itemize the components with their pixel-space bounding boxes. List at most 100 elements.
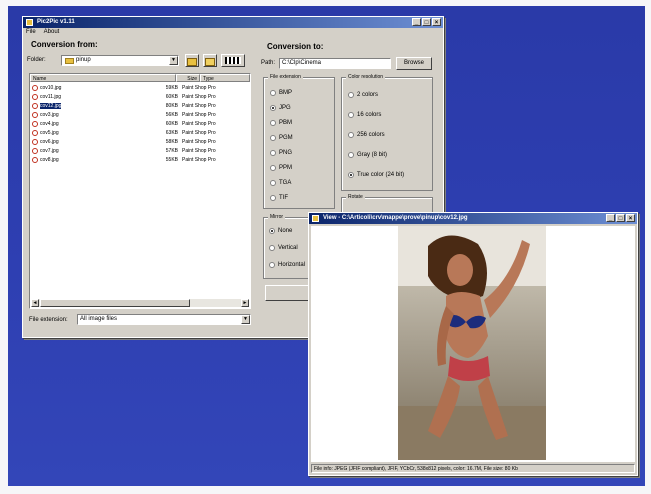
list-item[interactable]: cov5.jpg 63KB Paint Shop Pro [32, 129, 216, 137]
file-type: Paint Shop Pro [182, 94, 216, 100]
rotate-group-title: Rotate [346, 194, 365, 200]
column-size[interactable]: Size [176, 74, 200, 82]
image-file-icon [32, 130, 38, 136]
viewer-close-button[interactable]: × [626, 214, 635, 222]
minimize-button[interactable]: _ [412, 18, 421, 26]
menu-file[interactable]: File [26, 28, 36, 37]
file-size: 60KB [165, 121, 178, 127]
file-name: cov11.jpg [40, 94, 62, 100]
column-name[interactable]: Name [30, 74, 176, 82]
folder-select[interactable]: pinup ▼ [61, 55, 179, 66]
scroll-left-button[interactable]: ◄ [31, 299, 39, 307]
file-type: Paint Shop Pro [182, 148, 216, 154]
new-folder-icon [205, 58, 215, 66]
viewer-maximize-button[interactable]: □ [616, 214, 625, 222]
file-type: Paint Shop Pro [182, 85, 216, 91]
window-title: Pic2Pic v1.11 [37, 19, 75, 25]
image-canvas [311, 226, 635, 462]
format-ppm-radio[interactable]: PPM [270, 165, 292, 171]
file-extension-group: File extension BMP JPG PBM PGM PNG PPM T… [263, 74, 335, 209]
file-extension-group-title: File extension [268, 74, 303, 80]
file-name: cov12.jpg [40, 103, 62, 109]
menu-about[interactable]: About [44, 28, 60, 37]
list-view-button[interactable] [221, 54, 245, 67]
file-extension-select[interactable]: All image files ▼ [77, 314, 251, 325]
viewer-window: View - C:\Articoli\crv\mappe\prove\pinup… [308, 212, 638, 476]
column-type[interactable]: Type [200, 74, 250, 82]
viewer-minimize-button[interactable]: _ [606, 214, 615, 222]
scroll-thumb[interactable] [40, 299, 190, 307]
new-folder-button[interactable] [203, 54, 217, 67]
format-pgm-radio[interactable]: PGM [270, 135, 293, 141]
file-size: 57KB [165, 148, 178, 154]
title-bar[interactable]: Pic2Pic v1.11 _ □ × [23, 17, 443, 28]
list-item[interactable]: cov6.jpg 58KB Paint Shop Pro [32, 138, 216, 146]
file-size: 80KB [165, 103, 178, 109]
horizontal-scrollbar[interactable]: ◄ ► [31, 299, 249, 307]
format-tga-radio[interactable]: TGA [270, 180, 291, 186]
chevron-down-icon[interactable]: ▼ [241, 315, 250, 324]
file-type: Paint Shop Pro [182, 157, 216, 163]
color-truecolor-radio[interactable]: True color (24 bit) [348, 172, 404, 178]
file-size: 56KB [165, 112, 178, 118]
maximize-button[interactable]: □ [422, 18, 431, 26]
file-name: cov5.jpg [40, 130, 59, 136]
format-jpg-radio[interactable]: JPG [270, 105, 291, 111]
list-item[interactable]: cov3.jpg 56KB Paint Shop Pro [32, 111, 216, 119]
file-size: 60KB [165, 94, 178, 100]
up-folder-button[interactable] [185, 54, 199, 67]
close-button[interactable]: × [432, 18, 441, 26]
file-name: cov6.jpg [40, 139, 59, 145]
file-name: cov4.jpg [40, 121, 59, 127]
path-label: Path: [261, 60, 276, 66]
list-item-selected[interactable]: cov12.jpg 80KB Paint Shop Pro [32, 102, 216, 110]
mirror-none-radio[interactable]: None [269, 228, 292, 234]
image-file-icon [32, 85, 38, 91]
format-bmp-radio[interactable]: BMP [270, 90, 292, 96]
viewer-title: View - C:\Articoli\crv\mappe\prove\pinup… [323, 215, 468, 221]
chevron-down-icon[interactable]: ▼ [169, 56, 178, 65]
viewer-status-bar: File info: JPEG (JFIF compliant), JFIF, … [311, 464, 635, 473]
file-name: cov8.jpg [40, 157, 59, 163]
list-item[interactable]: cov8.jpg 55KB Paint Shop Pro [32, 156, 216, 164]
format-pbm-radio[interactable]: PBM [270, 120, 292, 126]
color-2-radio[interactable]: 2 colors [348, 92, 378, 98]
viewer-app-icon [312, 215, 319, 222]
color-resolution-group: Color resolution 2 colors 16 colors 256 … [341, 74, 433, 191]
file-extension-label: File extension: [29, 317, 68, 323]
path-input[interactable]: C:\Clp\Cinema [279, 58, 391, 69]
image-file-icon [32, 139, 38, 145]
image-file-icon [32, 94, 38, 100]
browse-button[interactable]: Browse [396, 57, 432, 70]
color-gray-radio[interactable]: Gray (8 bit) [348, 152, 387, 158]
file-name: cov7.jpg [40, 148, 59, 154]
mirror-vertical-radio[interactable]: Vertical [269, 245, 298, 251]
list-item[interactable]: cov7.jpg 57KB Paint Shop Pro [32, 147, 216, 155]
color-256-radio[interactable]: 256 colors [348, 132, 385, 138]
list-item[interactable]: cov10.jpg 59KB Paint Shop Pro [32, 84, 216, 92]
image-file-icon [32, 157, 38, 163]
menu-bar: File About [23, 28, 443, 37]
folder-icon [65, 58, 74, 64]
list-item[interactable]: cov11.jpg 60KB Paint Shop Pro [32, 93, 216, 101]
color-16-radio[interactable]: 16 colors [348, 112, 381, 118]
image-file-icon [32, 148, 38, 154]
format-tif-radio[interactable]: TIF [270, 195, 288, 201]
list-item[interactable]: cov4.jpg 60KB Paint Shop Pro [32, 120, 216, 128]
conversion-to-heading: Conversion to: [267, 42, 324, 51]
file-size: 58KB [165, 139, 178, 145]
folder-value: pinup [76, 57, 91, 63]
file-size: 63KB [165, 130, 178, 136]
viewer-title-bar[interactable]: View - C:\Articoli\crv\mappe\prove\pinup… [309, 213, 637, 224]
file-type: Paint Shop Pro [182, 139, 216, 145]
file-size: 55KB [165, 157, 178, 163]
app-icon [26, 19, 33, 26]
file-list[interactable]: Name Size Type cov10.jpg 59KB Paint Shop P… [29, 73, 251, 309]
conversion-from-heading: Conversion from: [31, 40, 98, 49]
mirror-horizontal-radio[interactable]: Horizontal [269, 262, 305, 268]
format-png-radio[interactable]: PNG [270, 150, 292, 156]
scroll-right-button[interactable]: ► [241, 299, 249, 307]
file-size: 59KB [165, 85, 178, 91]
displayed-photo [398, 226, 546, 460]
file-type: Paint Shop Pro [182, 130, 216, 136]
